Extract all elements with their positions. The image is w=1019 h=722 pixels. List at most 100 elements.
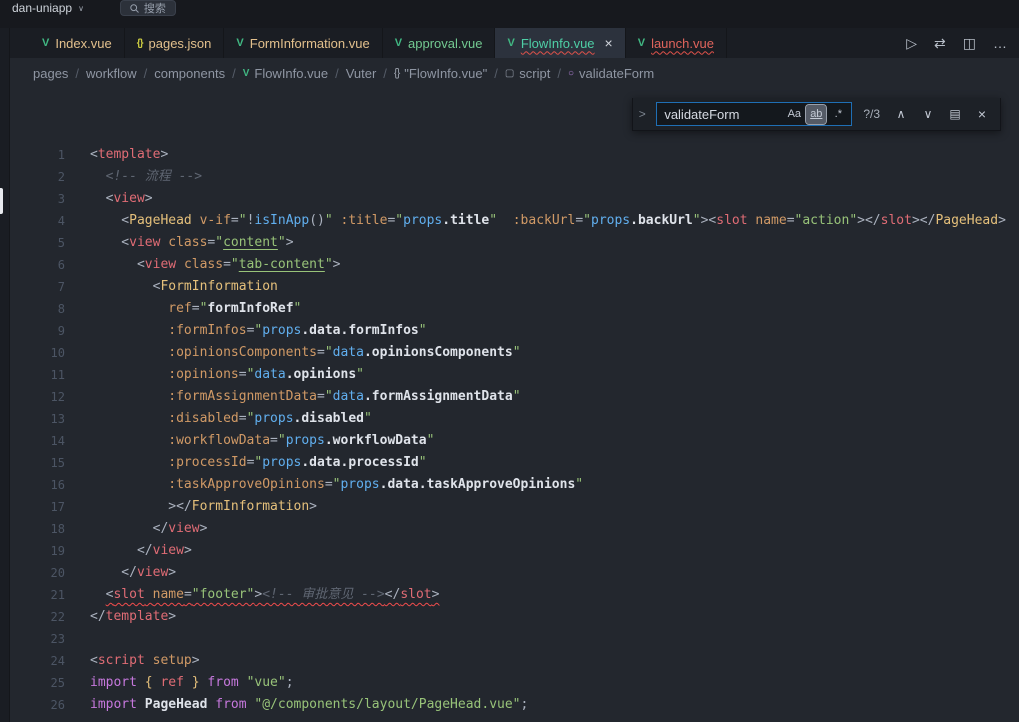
breadcrumb-label: "FlowInfo.vue" xyxy=(404,66,487,81)
code-line-content: </view> xyxy=(65,518,207,540)
code-line-content: <FormInformation xyxy=(65,276,278,298)
activity-bar-edge[interactable] xyxy=(0,28,10,722)
line-number: 15 xyxy=(10,452,65,474)
code-line[interactable]: 20 </view> xyxy=(10,562,1019,584)
tab-bar: VIndex.vue{}pages.json V FormInformation.v… xyxy=(10,28,1019,58)
find-replace-toggle-icon[interactable]: > xyxy=(635,107,649,121)
code-line[interactable]: 17 ></FormInformation> xyxy=(10,496,1019,518)
tab-label: FlowInfo.vue xyxy=(521,36,595,51)
code-line[interactable]: 26import PageHead from "@/components/lay… xyxy=(10,694,1019,716)
json-file-icon: {} xyxy=(137,38,143,49)
code-line-content: <view class="content"> xyxy=(65,232,294,254)
tab-Index.vue[interactable]: VIndex.vue xyxy=(30,28,125,58)
code-line[interactable]: 4 <PageHead v-if="!isInApp()" :title="pr… xyxy=(10,210,1019,232)
run-button[interactable]: ▷ xyxy=(906,35,917,52)
code-line[interactable]: 8 ref="formInfoRef" xyxy=(10,298,1019,320)
code-line[interactable]: 12 :formAssignmentData="data.formAssignm… xyxy=(10,386,1019,408)
code-line[interactable]: 15 :processId="props.data.processId" xyxy=(10,452,1019,474)
code-line[interactable]: 5 <view class="content"> xyxy=(10,232,1019,254)
project-name: dan-uniapp xyxy=(12,1,72,15)
open-changes-button[interactable]: ⇄ xyxy=(934,35,946,52)
project-menu[interactable]: dan-uniapp ∨ xyxy=(8,0,88,16)
breadcrumb-item-workflow[interactable]: workflow xyxy=(86,66,137,81)
tab-FlowInfo.vue[interactable]: VFlowInfo.vue× xyxy=(495,28,625,58)
breadcrumb-label: Vuter xyxy=(346,66,377,81)
breadcrumb-item-validateForm[interactable]: ○ validateForm xyxy=(568,66,654,81)
breadcrumb-label: validateForm xyxy=(579,66,654,81)
line-number: 13 xyxy=(10,408,65,430)
code-line[interactable]: 23 xyxy=(10,628,1019,650)
line-number: 3 xyxy=(10,188,65,210)
split-editor-button[interactable]: ◫ xyxy=(963,35,976,52)
code-editor[interactable]: > Aa ab .* ?/3 ∧ ∨ ▤ × 1<template>2 <!--… xyxy=(10,88,1019,722)
tab-label: FormInformation.vue xyxy=(250,36,370,51)
symbol-method-icon: ○ xyxy=(568,68,574,79)
tab-launch.vue[interactable]: Vlaunch.vue xyxy=(626,28,727,58)
line-number: 10 xyxy=(10,342,65,364)
tab-approval.vue[interactable]: Vapproval.vue xyxy=(383,28,496,58)
close-find-widget-icon[interactable]: × xyxy=(972,106,992,122)
code-line[interactable]: 3 <view> xyxy=(10,188,1019,210)
breadcrumb-item-Vuter[interactable]: Vuter xyxy=(346,66,377,81)
find-input[interactable] xyxy=(660,107,782,122)
code-line[interactable]: 10 :opinionsComponents="data.opinionsCom… xyxy=(10,342,1019,364)
breadcrumb-item-pages[interactable]: pages xyxy=(33,66,68,81)
breadcrumb-item-FlowInfo.vue[interactable]: VFlowInfo.vue xyxy=(243,66,328,81)
breadcrumb-item-script[interactable]: ▢script xyxy=(505,66,551,81)
code-line[interactable]: 19 </view> xyxy=(10,540,1019,562)
tab-pages.json[interactable]: {}pages.json xyxy=(125,28,225,58)
code-line[interactable]: 21 <slot name="footer"><!-- 审批意见 --></sl… xyxy=(10,584,1019,606)
tab-list: VIndex.vue{}pages.json V FormInformation.v… xyxy=(30,28,727,58)
vue-file-icon: V xyxy=(236,37,243,49)
braces-icon: {} xyxy=(394,67,399,79)
find-in-selection-icon[interactable]: ▤ xyxy=(945,107,965,121)
code-line-content: import { ref } from "vue"; xyxy=(65,672,294,694)
code-line[interactable]: 6 <view class="tab-content"> xyxy=(10,254,1019,276)
line-number: 14 xyxy=(10,430,65,452)
code-line[interactable]: 22</template> xyxy=(10,606,1019,628)
code-line-content: import PageHead from "@/components/layou… xyxy=(65,694,528,716)
code-line[interactable]: 13 :disabled="props.disabled" xyxy=(10,408,1019,430)
breadcrumb-item-components[interactable]: components xyxy=(154,66,225,81)
activity-bar-indicator xyxy=(0,188,3,214)
editor-actions: ▷ ⇄ ◫ … xyxy=(906,28,1019,58)
tab-FormInformation.vue[interactable]: V FormInformation.vue xyxy=(224,28,382,58)
code-line[interactable]: 18 </view> xyxy=(10,518,1019,540)
vue-file-icon: V xyxy=(42,37,49,49)
breadcrumb: pages/workflow/components/VFlowInfo.vue/… xyxy=(10,58,1019,88)
whole-word-icon[interactable]: ab xyxy=(806,105,826,124)
line-number: 5 xyxy=(10,232,65,254)
titlebar-search-label: 搜索 xyxy=(144,0,166,16)
editor-group: VIndex.vue{}pages.json V FormInformation.v… xyxy=(10,28,1019,722)
breadcrumb-label: FlowInfo.vue xyxy=(254,66,328,81)
line-number: 2 xyxy=(10,166,65,188)
main-area: VIndex.vue{}pages.json V FormInformation.v… xyxy=(0,28,1019,722)
code-line[interactable]: 9 :formInfos="props.data.formInfos" xyxy=(10,320,1019,342)
more-actions-button[interactable]: … xyxy=(993,35,1007,51)
match-case-icon[interactable]: Aa xyxy=(784,105,804,124)
code-line[interactable]: 7 <FormInformation xyxy=(10,276,1019,298)
code-line[interactable]: 24<script setup> xyxy=(10,650,1019,672)
code-line[interactable]: 25import { ref } from "vue"; xyxy=(10,672,1019,694)
breadcrumb-label: components xyxy=(154,66,225,81)
previous-match-icon[interactable]: ∧ xyxy=(891,107,911,121)
breadcrumb-separator: / xyxy=(383,66,387,81)
regex-icon[interactable]: .* xyxy=(828,105,848,124)
code-line-content: </view> xyxy=(65,562,176,584)
titlebar-search-box[interactable]: 搜索 xyxy=(120,0,176,16)
code-line[interactable]: 1<template> xyxy=(10,144,1019,166)
code-line[interactable]: 16 :taskApproveOpinions="props.data.task… xyxy=(10,474,1019,496)
breadcrumb-item-FlowInfo.vue[interactable]: {} "FlowInfo.vue" xyxy=(394,66,487,81)
vue-file-icon: V xyxy=(638,37,645,49)
tab-label: approval.vue xyxy=(408,36,482,51)
code-line[interactable]: 14 :workflowData="props.workflowData" xyxy=(10,430,1019,452)
code-line[interactable]: 11 :opinions="data.opinions" xyxy=(10,364,1019,386)
line-number: 17 xyxy=(10,496,65,518)
breadcrumb-separator: / xyxy=(335,66,339,81)
code-line-content: <PageHead v-if="!isInApp()" :title="prop… xyxy=(65,210,1006,232)
line-number: 25 xyxy=(10,672,65,694)
close-tab-icon[interactable]: × xyxy=(605,36,613,50)
code-line[interactable]: 2 <!-- 流程 --> xyxy=(10,166,1019,188)
next-match-icon[interactable]: ∨ xyxy=(918,107,938,121)
breadcrumb-label: script xyxy=(519,66,550,81)
